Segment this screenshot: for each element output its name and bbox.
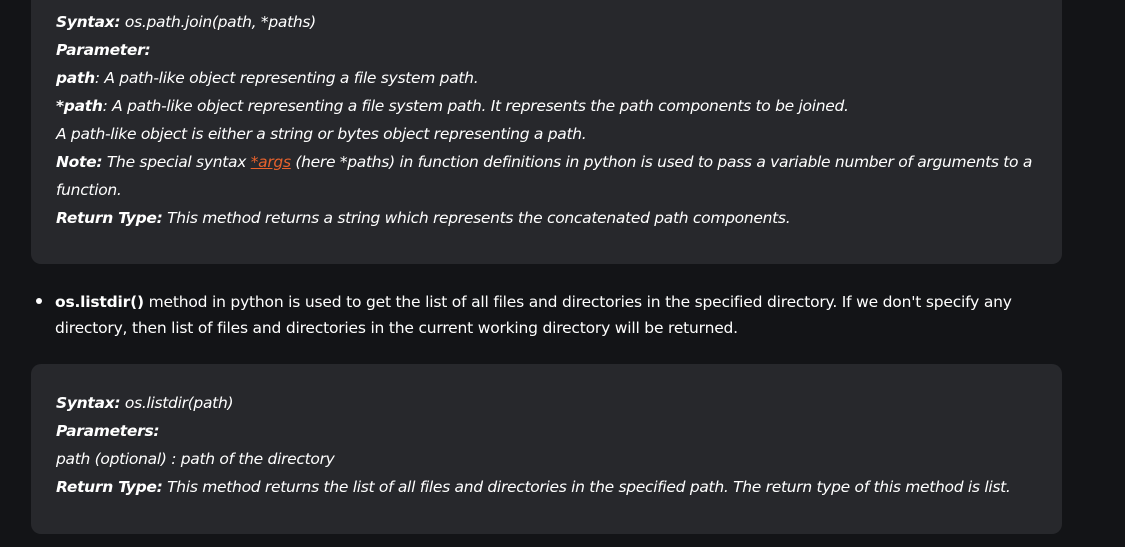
param-path-label: path: [56, 69, 95, 87]
note-pre: The special syntax: [102, 153, 251, 171]
method-description: method in python is used to get the list…: [55, 293, 1012, 337]
syntax-line: Syntax: os.listdir(path): [56, 389, 1042, 417]
return-type-desc: This method returns a string which repre…: [162, 209, 791, 227]
method-name: os.listdir(): [55, 293, 144, 311]
param-path-line: path: A path-like object representing a …: [56, 64, 1042, 92]
syntax-block-path-join: Syntax: os.path.join(path, *paths) Param…: [31, 0, 1062, 264]
parameters-heading: Parameters:: [56, 417, 1042, 445]
note-line: Note: The special syntax *args (here *pa…: [56, 148, 1042, 204]
syntax-line: Syntax: os.path.join(path, *paths): [56, 8, 1042, 36]
return-type-label: Return Type:: [56, 478, 163, 496]
note-label: Note:: [56, 153, 103, 171]
param-path-desc: : A path-like object representing a file…: [94, 69, 479, 87]
parameters-label: Parameters:: [56, 422, 160, 440]
param-path-optional: path (optional) : path of the directory: [56, 450, 335, 468]
return-type-line: Return Type: This method returns a strin…: [56, 204, 1042, 232]
syntax-label: Syntax:: [56, 13, 121, 31]
listdir-bullet-item: os.listdir() method in python is used to…: [36, 289, 1045, 341]
return-type-label: Return Type:: [56, 209, 163, 227]
syntax-label: Syntax:: [56, 394, 121, 412]
param-star-path-desc: : A path-like object representing a file…: [102, 97, 849, 115]
return-type-line: Return Type: This method returns the lis…: [56, 473, 1042, 501]
syntax-value: os.path.join(path, *paths): [120, 13, 316, 31]
bullet-dot-icon: [36, 298, 42, 304]
param-star-path-label: *path: [56, 97, 103, 115]
parameter-heading: Parameter:: [56, 36, 1042, 64]
syntax-value: os.listdir(path): [120, 394, 234, 412]
article-page: Syntax: os.path.join(path, *paths) Param…: [0, 0, 1125, 547]
syntax-block-listdir: Syntax: os.listdir(path) Parameters: pat…: [31, 364, 1062, 534]
args-link[interactable]: *args: [251, 153, 291, 171]
param-star-path-line: *path: A path-like object representing a…: [56, 92, 1042, 120]
pathlike-note: A path-like object is either a string or…: [56, 125, 587, 143]
return-type-desc: This method returns the list of all file…: [162, 478, 1011, 496]
parameter-label: Parameter:: [56, 41, 151, 59]
